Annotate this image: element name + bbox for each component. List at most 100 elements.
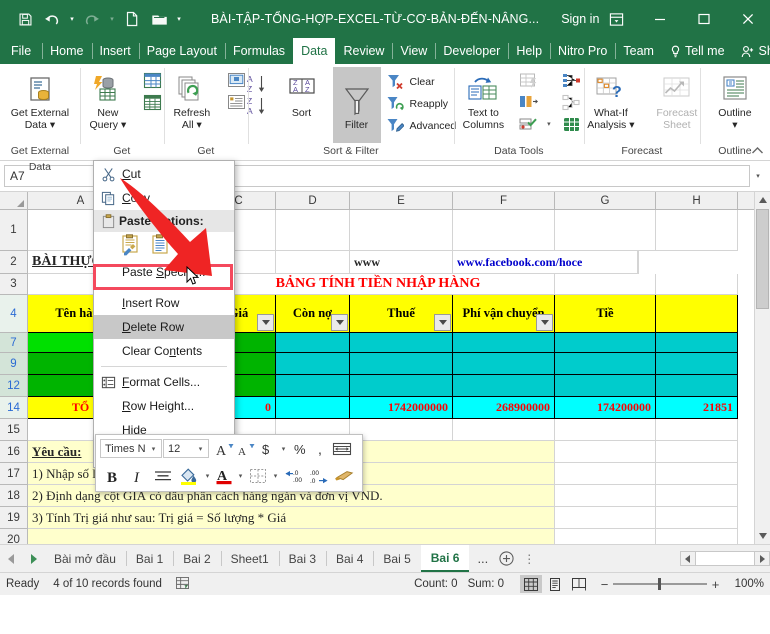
paste-values-icon[interactable] <box>149 233 171 259</box>
cell-h7[interactable] <box>656 333 738 353</box>
sort-a-to-z-button[interactable]: AZ <box>243 73 271 95</box>
table-header-thue[interactable]: Thuế <box>350 295 453 333</box>
italic-icon[interactable]: I <box>125 465 149 486</box>
cell-h2[interactable] <box>638 251 639 274</box>
cell-h3[interactable] <box>656 274 738 295</box>
cell-e15[interactable] <box>350 419 453 441</box>
row-header-17[interactable]: 17 <box>0 463 27 485</box>
zoom-track[interactable] <box>613 577 707 591</box>
font-size-dropdown-icon[interactable]: ▾ <box>195 438 206 459</box>
reapply-filter-button[interactable]: Reapply <box>381 93 460 115</box>
fill-color-dropdown-icon[interactable]: ▾ <box>202 465 213 486</box>
format-painter-icon[interactable] <box>332 465 358 486</box>
cell-h1[interactable] <box>656 210 738 251</box>
cell-h20[interactable] <box>656 529 738 544</box>
table-header-tien[interactable]: Tiề <box>555 295 656 333</box>
row-header-16[interactable]: 16 <box>0 441 27 463</box>
row-header-7[interactable]: 7 <box>0 333 27 353</box>
filter-dropdown-icon[interactable] <box>434 314 451 331</box>
cell-g20[interactable] <box>555 529 656 544</box>
customize-qat-icon[interactable]: ▾ <box>173 6 185 32</box>
cell-h18[interactable] <box>656 485 738 507</box>
vertical-scrollbar[interactable] <box>754 192 770 544</box>
row-header-15[interactable]: 15 <box>0 419 27 441</box>
cell-d2[interactable] <box>276 251 350 274</box>
normal-view-icon[interactable] <box>520 575 542 593</box>
cell-e1[interactable] <box>350 210 453 251</box>
collapse-ribbon-icon[interactable] <box>751 144 764 158</box>
cell-h15[interactable] <box>656 419 738 441</box>
cell-g1[interactable] <box>555 210 656 251</box>
zoom-handle[interactable] <box>658 578 662 590</box>
column-header-e[interactable]: E <box>350 192 453 209</box>
scroll-right-icon[interactable] <box>755 552 769 565</box>
cell-g17[interactable] <box>555 463 656 485</box>
row-header-3[interactable]: 3 <box>0 274 27 295</box>
font-size-input[interactable]: 12 ▾ <box>163 439 209 458</box>
cell-a20[interactable] <box>28 529 555 544</box>
cell-g19[interactable] <box>555 507 656 529</box>
tab-data[interactable]: Data <box>293 38 336 64</box>
context-menu-item-format-cells[interactable]: Format Cells... <box>94 370 234 394</box>
zoom-out-button[interactable]: − <box>600 577 609 592</box>
cell-e9[interactable] <box>350 353 453 375</box>
cell-f15[interactable] <box>453 419 555 441</box>
font-color-icon[interactable]: A <box>214 465 234 486</box>
tab-nitro-pro[interactable]: Nitro Pro <box>550 38 615 64</box>
outline-button[interactable]: Outline ▾ <box>704 67 766 131</box>
tab-insert[interactable]: Insert <box>91 38 139 64</box>
cell-g14[interactable]: 174200000 <box>555 397 656 419</box>
context-menu-item-insert-row[interactable]: Insert Row <box>94 291 234 315</box>
cell-h17[interactable] <box>656 463 738 485</box>
font-name-input[interactable]: Times N ▾ <box>100 439 162 458</box>
tab-view[interactable]: View <box>392 38 435 64</box>
sheet-tab-bai-2[interactable]: Bai 2 <box>173 545 220 572</box>
select-all-button[interactable] <box>0 192 28 209</box>
refresh-all-button[interactable]: Refresh All ▾ <box>161 67 223 131</box>
column-header-h[interactable]: H <box>656 192 738 209</box>
save-icon[interactable] <box>12 6 38 32</box>
minimize-icon[interactable] <box>638 0 682 38</box>
cell-g2[interactable]: www.facebook.com/hoce <box>453 251 638 274</box>
cell-h19[interactable] <box>656 507 738 529</box>
filter-button[interactable]: Filter <box>332 67 381 143</box>
tab-page-layout[interactable]: Page Layout <box>138 38 225 64</box>
redo-dropdown-icon[interactable]: ▾ <box>106 6 118 32</box>
sheet-overflow-indicator[interactable]: ... <box>469 545 496 572</box>
ribbon-display-options-icon[interactable] <box>594 0 638 38</box>
sheet-tab-menu-icon[interactable]: ⋮ <box>516 545 542 572</box>
undo-icon[interactable] <box>39 6 65 32</box>
remove-duplicates-button[interactable] <box>514 91 557 113</box>
zoom-level[interactable]: 100% <box>730 578 764 590</box>
zoom-slider[interactable]: − + <box>600 577 720 592</box>
tab-formulas[interactable]: Formulas <box>224 38 293 64</box>
cell-d1[interactable] <box>276 210 350 251</box>
bold-icon[interactable]: B <box>100 465 124 486</box>
cell-e12[interactable] <box>350 375 453 397</box>
shrink-font-icon[interactable]: A <box>236 438 256 459</box>
increase-decimal-icon[interactable]: .00.0 <box>307 465 331 486</box>
sheet-tab-bai-3[interactable]: Bai 3 <box>278 545 326 572</box>
clear-filter-button[interactable]: Clear <box>381 71 460 93</box>
cell-g16[interactable] <box>555 441 656 463</box>
sheet-tab-sheet1[interactable]: Sheet1 <box>220 545 279 572</box>
tab-file[interactable]: File <box>0 38 42 64</box>
new-query-button[interactable]: New Query ▾ <box>77 67 139 131</box>
previous-sheet-icon[interactable] <box>4 549 18 569</box>
row-header-18[interactable]: 18 <box>0 485 27 507</box>
context-menu-item-delete-row[interactable]: Delete Row <box>94 315 234 339</box>
column-header-d[interactable]: D <box>276 192 350 209</box>
context-menu-item-copy[interactable]: Copy <box>94 186 234 210</box>
data-validation-button[interactable]: ▾ <box>514 113 557 135</box>
table-header-overflow[interactable] <box>656 295 738 333</box>
cell-f14[interactable]: 268900000 <box>453 397 555 419</box>
row-header-14[interactable]: 14 <box>0 397 27 419</box>
undo-dropdown-icon[interactable]: ▾ <box>66 6 78 32</box>
advanced-filter-button[interactable]: Advanced <box>381 115 460 137</box>
tab-review[interactable]: Review <box>335 38 392 64</box>
share-button[interactable]: Share <box>733 38 770 64</box>
tab-team[interactable]: Team <box>615 38 662 64</box>
align-icon[interactable] <box>150 465 176 486</box>
scroll-up-icon[interactable] <box>755 192 770 208</box>
cell-h16[interactable] <box>656 441 738 463</box>
